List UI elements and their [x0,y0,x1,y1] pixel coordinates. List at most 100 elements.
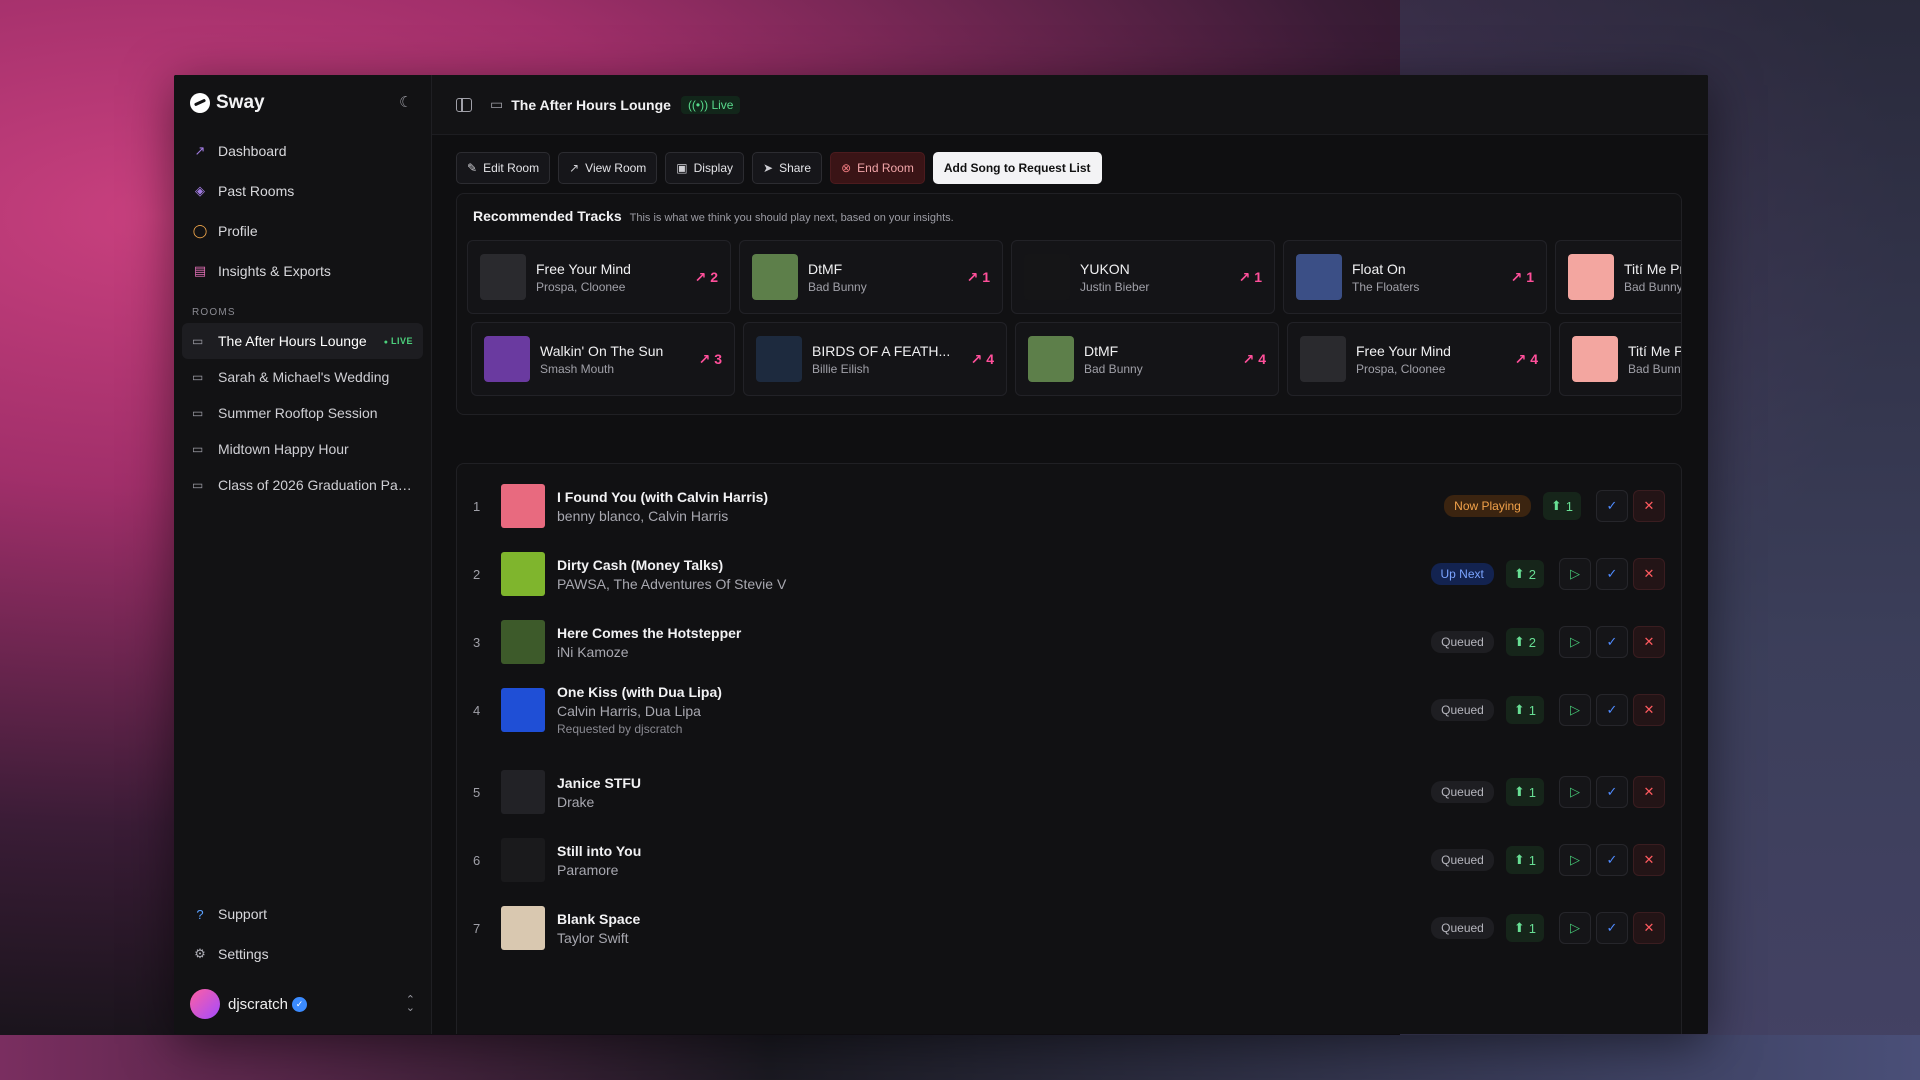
album-art [501,484,545,528]
track-title: DtMF [808,260,843,277]
thumbs-up-icon: ⬆ [1513,702,1525,717]
delete-button[interactable]: ✕ [1633,490,1665,522]
recommended-track-card[interactable]: Walkin' On The Sun Smash Mouth ↗ 3 [471,322,735,396]
sidebar-footer: ? Support ⚙ Settings djscratch ✓ ⌃ ⌄ [182,894,423,1034]
mark-played-button[interactable]: ✓ [1596,626,1628,658]
play-button[interactable]: ▷ [1559,912,1591,944]
upvote-count[interactable]: ⬆ 1 [1505,778,1544,806]
moon-icon[interactable]: ☾ [399,95,415,111]
nav-item-profile[interactable]: ◯ Profile [182,211,423,251]
recommended-track-card[interactable]: YUKON Justin Bieber ↗ 1 [1011,240,1275,314]
edit-room-button[interactable]: ✎ Edit Room [456,152,551,184]
upvote-value: 2 [1528,566,1536,582]
thumbs-up-icon: ⬆ [1513,784,1525,799]
play-button[interactable]: ▷ [1559,626,1591,658]
queue-position: 7 [473,920,481,936]
mark-played-button[interactable]: ✓ [1596,912,1628,944]
nav-item-past-rooms[interactable]: ◈ Past Rooms [182,171,423,211]
queue-row: 3 Here Comes the Hotstepper iNi Kamoze Queu… [457,612,1681,672]
trend-count: 4 [1530,350,1538,367]
queue-position: 6 [473,852,481,868]
live-status-label: Live [711,97,734,112]
mark-played-button[interactable]: ✓ [1596,694,1628,726]
display-button[interactable]: ▣ Display [665,152,744,184]
trending-up-icon: ↗ [1238,268,1255,285]
upvote-count[interactable]: ⬆ 1 [1542,492,1581,520]
folder-icon: ▭ [490,96,504,112]
recommended-track-card[interactable]: Tití Me Preguntó Bad Bunny [1555,240,1681,314]
nav-item-insights[interactable]: ▤ Insights & Exports [182,251,423,291]
end-room-button[interactable]: ⊗ End Room [830,152,925,184]
trend-count: 4 [986,350,994,367]
view-room-button[interactable]: ↗ View Room [558,152,658,184]
recommended-track-card[interactable]: DtMF Bad Bunny ↗ 4 [1015,322,1279,396]
delete-button[interactable]: ✕ [1633,776,1665,808]
mark-played-button[interactable]: ✓ [1596,490,1628,522]
upvote-count[interactable]: ⬆ 2 [1505,560,1544,588]
song-info: Janice STFU Drake [557,775,1431,810]
share-button[interactable]: ➤ Share [752,152,823,184]
delete-button[interactable]: ✕ [1633,694,1665,726]
play-button[interactable]: ▷ [1559,776,1591,808]
sidebar-toggle-icon[interactable] [456,97,472,112]
room-item-wedding[interactable]: ▭ Sarah & Michael's Wedding [182,359,423,395]
delete-button[interactable]: ✕ [1633,912,1665,944]
delete-button[interactable]: ✕ [1633,558,1665,590]
play-button[interactable]: ▷ [1559,844,1591,876]
room-item-rooftop[interactable]: ▭ Summer Rooftop Session [182,395,423,431]
nav-label: Past Rooms [218,183,295,199]
upvote-count[interactable]: ⬆ 1 [1505,914,1544,942]
song-title: One Kiss (with Dua Lipa) [557,684,722,700]
trend-count: 4 [1258,350,1266,367]
recommended-track-card[interactable]: Float On The Floaters ↗ 1 [1283,240,1547,314]
album-art [484,336,530,382]
delete-button[interactable]: ✕ [1633,626,1665,658]
requested-by: Requested by djscratch [557,722,683,736]
queue-row: 7 Blank Space Taylor Swift Queued ⬆ 1 ▷ ✓ ✕ [457,898,1681,958]
recommended-track-card[interactable]: Tití Me Preguntó Bad Bunny [1559,322,1681,396]
mark-played-button[interactable]: ✓ [1596,844,1628,876]
upvote-count[interactable]: ⬆ 1 [1505,846,1544,874]
mark-played-button[interactable]: ✓ [1596,558,1628,590]
play-button[interactable]: ▷ [1559,558,1591,590]
mark-played-button[interactable]: ✓ [1596,776,1628,808]
room-item-after-hours[interactable]: ▭ The After Hours Lounge LIVE [182,323,423,359]
status-badge: Now Playing [1444,495,1531,517]
trend-indicator: ↗ 2 [695,269,718,286]
song-info: One Kiss (with Dua Lipa) Calvin Harris, D… [557,684,1431,736]
file-chart-icon: ▤ [193,263,207,278]
queue-row: 2 Dirty Cash (Money Talks) PAWSA, The Adve… [457,544,1681,604]
room-label: Class of 2026 Graduation Par... [218,477,413,493]
check-icon: ✓ [1606,634,1618,649]
track-title: Float On [1352,260,1406,277]
song-artist: Drake [557,793,595,810]
track-title: Free Your Mind [1356,342,1451,359]
recommended-track-card[interactable]: DtMF Bad Bunny ↗ 1 [739,240,1003,314]
queue-row: 5 Janice STFU Drake Queued ⬆ 1 ▷ ✓ ✕ [457,762,1681,822]
trend-count: 1 [1526,268,1534,285]
play-button[interactable]: ▷ [1559,694,1591,726]
thumbs-up-icon: ⬆ [1513,852,1525,867]
song-artist: Calvin Harris, Dua Lipa [557,703,701,719]
add-song-button[interactable]: Add Song to Request List [932,152,1102,184]
recommended-row: Free Your Mind Prospa, Cloonee ↗ 2 DtMF Bad … [457,240,1681,314]
song-info: Here Comes the Hotstepper iNi Kamoze [557,625,1431,660]
play-icon: ▷ [1570,634,1580,649]
room-item-happy-hour[interactable]: ▭ Midtown Happy Hour [182,431,423,467]
user-menu[interactable]: djscratch ✓ ⌃ ⌄ [182,974,423,1034]
trend-indicator: ↗ 4 [1515,351,1538,368]
nav-item-support[interactable]: ? Support [182,894,423,934]
nav-item-settings[interactable]: ⚙ Settings [182,934,423,974]
recommended-track-card[interactable]: Free Your Mind Prospa, Cloonee ↗ 4 [1287,322,1551,396]
upvote-count[interactable]: ⬆ 1 [1505,696,1544,724]
upvote-count[interactable]: ⬆ 2 [1505,628,1544,656]
recommended-track-card[interactable]: Free Your Mind Prospa, Cloonee ↗ 2 [467,240,731,314]
track-title: Tití Me Preguntó [1624,260,1681,277]
recommended-track-card[interactable]: BIRDS OF A FEATH... Billie Eilish ↗ 4 [743,322,1007,396]
monitor-icon: ▣ [676,161,688,175]
nav-item-dashboard[interactable]: ↗ Dashboard [182,131,423,171]
delete-button[interactable]: ✕ [1633,844,1665,876]
room-item-graduation[interactable]: ▭ Class of 2026 Graduation Par... [182,467,423,503]
album-art [480,254,526,300]
trend-count: 1 [982,268,990,285]
